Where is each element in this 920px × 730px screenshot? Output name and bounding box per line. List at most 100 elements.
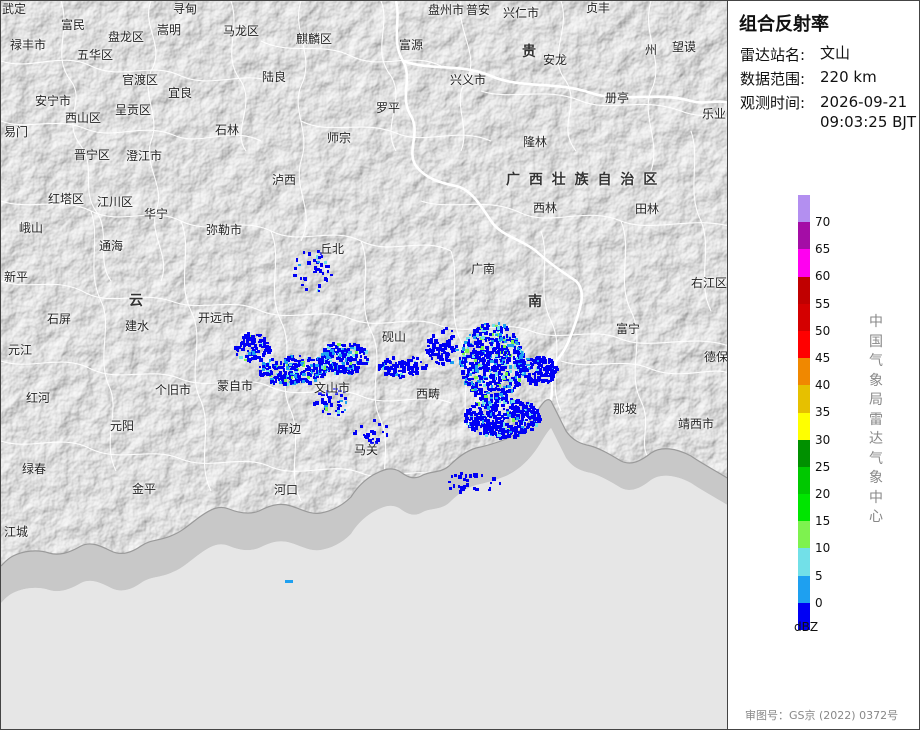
radar-echo-pixel [501,351,503,354]
radar-echo-pixel [509,434,511,438]
radar-echo-pixel [524,422,526,426]
place-label: 嵩明 [157,23,182,37]
radar-echo-pixel [306,365,309,367]
radar-echo-pixel [463,344,465,347]
radar-echo-pixel [348,370,350,374]
radar-echo-pixel [325,352,329,356]
radar-echo-pixel [514,346,516,350]
legend-tick-label: 70 [815,215,831,229]
place-label: 罗平 [376,101,401,115]
radar-echo-pixel [495,397,498,399]
radar-echo-pixel [534,372,536,376]
radar-echo-pixel [513,361,516,364]
radar-echo-pixel [255,351,259,353]
radar-echo-pixel [470,423,472,426]
radar-echo-pixel [368,439,372,442]
radar-echo-pixel [518,420,520,422]
radar-map[interactable]: 武定 富民 嵩明 寻甸 马龙区 麒麟区 盘州市 普安 兴仁市 贞丰 望谟 禄丰市… [0,0,728,730]
radar-echo-pixel [542,374,544,377]
radar-echo-pixel [489,410,493,412]
radar-echo-pixel [430,338,433,341]
radar-echo-pixel [349,365,352,368]
radar-echo-pixel [482,361,485,365]
legend-tick-label: 60 [815,269,831,284]
agency-char: 中 [869,314,883,330]
terrain-relief [1,1,727,729]
radar-echo-pixel [477,369,479,372]
radar-echo-pixel [494,359,498,363]
radar-echo-pixel [302,373,306,376]
radar-echo-pixel [499,339,503,341]
place-label: 乐业 [702,107,727,121]
radar-echo-pixel [503,386,506,388]
legend-swatch [798,548,810,576]
radar-echo-pixel [482,366,485,369]
radar-echo-pixel [482,420,484,424]
radar-echo-pixel [259,344,262,347]
radar-echo-pixel [342,348,344,350]
radar-echo-pixel [477,356,481,358]
radar-echo-pixel [473,333,476,336]
radar-echo-pixel [265,342,269,344]
radar-echo-pixel [499,349,502,351]
radar-echo-pixel [495,334,498,336]
radar-echo-pixel [544,359,547,361]
radar-echo-pixel [525,419,528,421]
radar-echo-pixel [500,337,503,339]
radar-echo-pixel [315,401,319,405]
place-label: 江川区 [97,195,134,209]
radar-echo-pixel [491,366,494,368]
radar-echo-pixel [327,413,331,415]
radar-echo-pixel [365,435,369,439]
legend-tick-label: 45 [815,351,831,365]
radar-echo-pixel [243,345,246,347]
place-label: 个旧市 [155,383,192,397]
radar-echo-pixel [426,352,428,354]
radar-echo-pixel [395,362,397,365]
radar-echo-pixel [500,368,504,371]
radar-echo-pixel [310,364,313,367]
radar-echo-pixel [503,357,506,359]
radar-echo-pixel [442,343,445,347]
place-label: 石林 [215,123,240,137]
radar-echo-pixel [517,425,521,428]
radar-echo-pixel [315,367,318,370]
radar-echo-pixel [262,353,265,357]
radar-echo-pixel [479,358,482,362]
radar-echo-pixel [266,349,268,352]
radar-echo-pixel [291,376,293,379]
place-label: 澄江市 [126,149,163,163]
radar-echo-pixel [507,385,511,388]
radar-echo-pixel [504,351,507,354]
radar-echo-pixel [287,375,289,377]
radar-echo-pixel [307,372,310,376]
radar-echo-pixel [499,393,503,396]
radar-echo-pixel [491,426,495,429]
legend-tick-label: 65 [815,242,831,257]
radar-echo-pixel [431,352,434,355]
radar-echo-pixel [495,351,498,354]
radar-echo-pixel [512,418,515,422]
radar-echo-pixel [432,334,435,338]
radar-echo-pixel [539,368,542,370]
radar-echo-pixel [497,434,501,437]
radar-echo-pixel [480,352,484,355]
radar-echo-pixel [464,366,467,369]
radar-echo-pixel [507,357,511,359]
radar-echo-pixel [410,359,413,362]
radar-echo-pixel [486,362,490,366]
radar-echo-pixel [479,411,483,415]
radar-echo-pixel [507,433,509,435]
radar-echo-pixel [496,421,500,423]
radar-echo-pixel [355,354,358,358]
place-label: 通海 [99,239,124,253]
radar-echo-pixel [536,417,539,420]
radar-echo-pixel [462,376,465,379]
radar-echo-pixel [477,393,480,395]
radar-echo-pixel [492,324,495,327]
radar-echo-pixel [491,368,494,371]
radar-echo-pixel [521,432,524,434]
radar-echo-pixel [498,322,500,325]
radar-echo-pixel [301,359,304,361]
radar-echo-pixel [489,342,493,344]
